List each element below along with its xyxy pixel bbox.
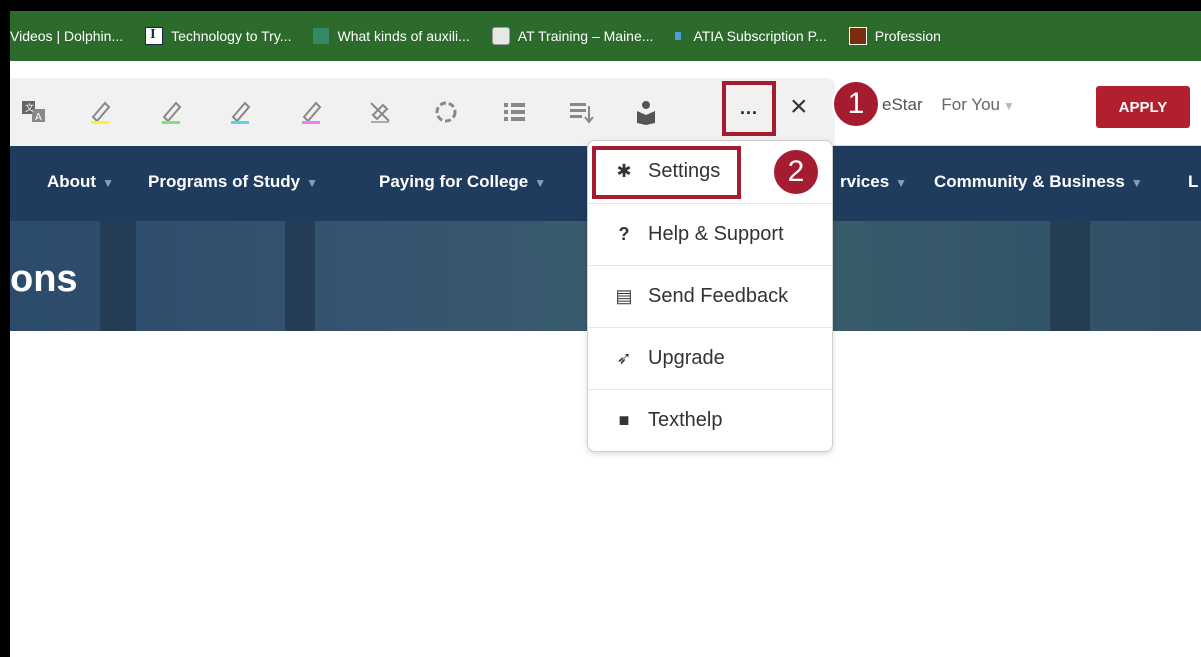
callout-step-1: 1 — [832, 80, 880, 128]
bookmark-label: Videos | Dolphin... — [10, 28, 124, 44]
nav-item-community[interactable]: Community & Business ▼ — [934, 172, 1143, 192]
menu-item-help[interactable]: ? Help & Support — [588, 203, 832, 264]
training-icon — [491, 27, 510, 45]
nav-item-services[interactable]: rvices ▼ — [840, 172, 907, 192]
more-options-button[interactable]: ... — [722, 81, 776, 136]
page-title: ons — [10, 258, 78, 300]
atia-icon — [675, 32, 685, 40]
reading-user-icon[interactable] — [628, 94, 664, 130]
hero-pillar — [285, 221, 315, 331]
chevron-down-icon: ▼ — [102, 176, 114, 190]
highlighter-green-icon[interactable] — [153, 94, 189, 130]
bookmark-label: Technology to Try... — [171, 28, 292, 44]
chevron-down-icon: ▼ — [1130, 176, 1143, 190]
bookmark-atia[interactable]: ATIA Subscription P... — [675, 28, 827, 44]
books-icon — [313, 28, 330, 44]
frame-left-border — [0, 0, 10, 657]
svg-text:文: 文 — [25, 102, 34, 114]
nav-label: rvices — [840, 172, 890, 191]
nav-item-partial[interactable]: L — [1188, 172, 1198, 192]
bookmark-label: ATIA Subscription P... — [693, 28, 827, 44]
sort-icon[interactable] — [563, 94, 599, 130]
menu-item-label: Help & Support — [648, 222, 784, 245]
bookmark-auxiliary[interactable]: What kinds of auxili... — [313, 28, 470, 44]
settings-highlight-box — [592, 146, 741, 199]
menu-item-upgrade[interactable]: ➶ Upgrade — [588, 327, 832, 388]
profession-icon — [848, 27, 867, 45]
reading-toolbar: 文A — [10, 78, 835, 146]
menu-item-texthelp[interactable]: ■ Texthelp — [588, 389, 832, 450]
nav-item-paying[interactable]: Paying for College ▼ — [379, 172, 546, 192]
menu-item-label: Send Feedback — [648, 284, 789, 307]
for-you-label: For You — [941, 95, 1000, 114]
menu-item-label: Upgrade — [648, 346, 725, 369]
highlighter-pink-icon[interactable] — [293, 94, 329, 130]
frame-top-border — [0, 0, 1201, 11]
nav-label: Programs of Study — [148, 172, 301, 191]
menu-item-label: Texthelp — [648, 408, 723, 431]
chevron-down-icon: ▼ — [306, 176, 318, 190]
nav-label: L — [1188, 172, 1199, 191]
nav-label: Community & Business — [934, 172, 1125, 191]
bookmarks-bar: Videos | Dolphin... Technology to Try...… — [10, 11, 1201, 61]
bookmark-technology[interactable]: Technology to Try... — [145, 27, 291, 45]
bookmark-videos[interactable]: Videos | Dolphin... — [10, 28, 123, 44]
texthelp-icon: ■ — [618, 409, 630, 430]
header-partial-text[interactable]: eStar — [882, 95, 923, 114]
svg-text:A: A — [35, 112, 42, 123]
bookmark-label: Profession — [874, 28, 941, 44]
chevron-down-icon: ▼ — [1002, 99, 1015, 113]
bookmark-label: AT Training – Maine... — [517, 28, 654, 44]
highlighter-yellow-icon[interactable] — [82, 94, 118, 130]
bookmark-at-training[interactable]: AT Training – Maine... — [491, 27, 654, 45]
bookmark-label: What kinds of auxili... — [337, 28, 470, 44]
clear-highlights-icon[interactable] — [362, 94, 398, 130]
illini-logo-icon — [145, 27, 164, 45]
nav-label: About — [47, 172, 97, 191]
nav-item-programs[interactable]: Programs of Study ▼ — [148, 172, 318, 192]
close-icon[interactable]: × — [790, 92, 808, 122]
bookmark-profession[interactable]: Profession — [848, 27, 941, 45]
hero-pillar — [1050, 221, 1090, 331]
apply-button[interactable]: APPLY — [1096, 86, 1190, 128]
hero-pillar — [100, 221, 136, 331]
nav-label: Paying for College — [379, 172, 529, 191]
rocket-icon: ➶ — [616, 347, 632, 368]
highlighter-cyan-icon[interactable] — [222, 94, 258, 130]
feedback-icon: ▤ — [615, 285, 633, 306]
header-links: eStar For You ▼ — [882, 95, 1015, 115]
list-icon[interactable] — [496, 94, 532, 130]
chevron-down-icon: ▼ — [534, 176, 547, 190]
translate-icon[interactable]: 文A — [16, 94, 52, 130]
chevron-down-icon: ▼ — [895, 176, 908, 190]
for-you-dropdown[interactable]: For You ▼ — [941, 95, 1015, 114]
menu-item-feedback[interactable]: ▤ Send Feedback — [588, 265, 832, 326]
question-icon: ? — [618, 223, 630, 244]
collect-highlights-icon[interactable] — [428, 94, 464, 130]
nav-item-about[interactable]: About ▼ — [47, 172, 114, 192]
callout-step-2: 2 — [772, 148, 820, 196]
